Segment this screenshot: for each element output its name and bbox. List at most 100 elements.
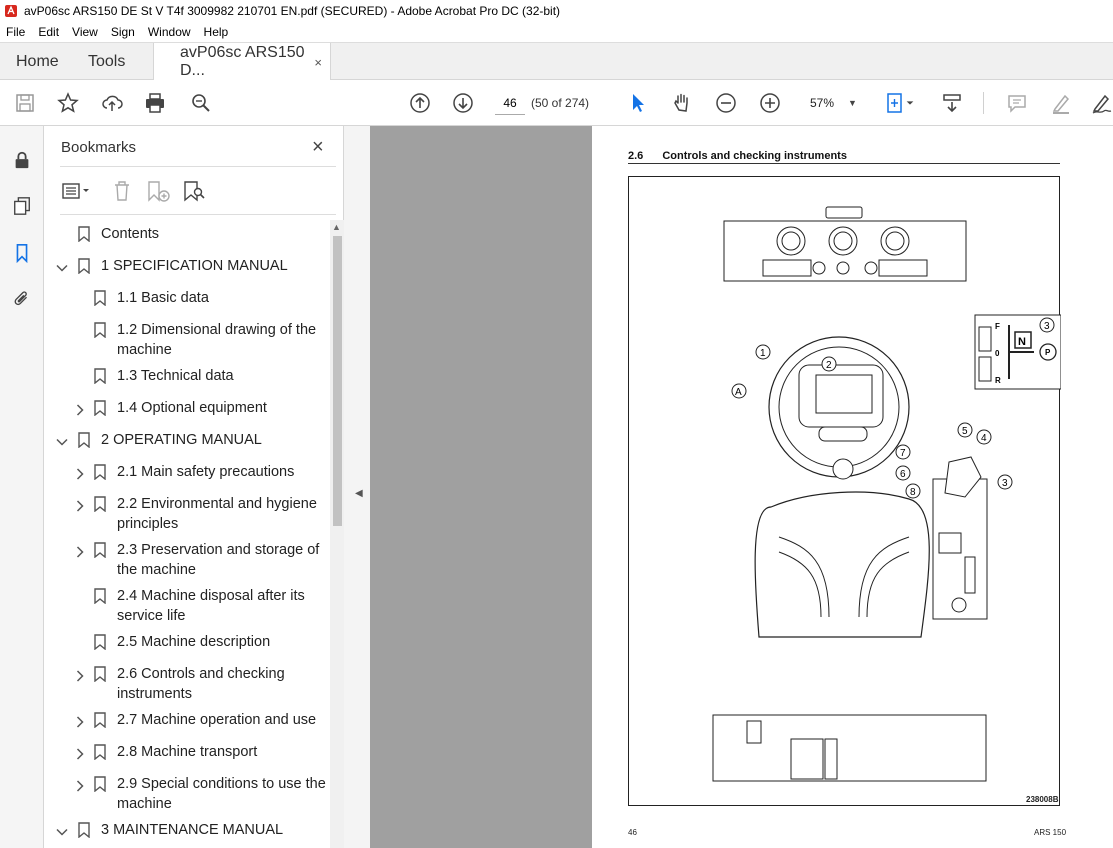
bookmark-label: 2.6 Controls and checking instruments [117,666,285,702]
print-icon[interactable] [143,91,167,115]
menu-edit[interactable]: Edit [38,25,59,39]
menu-file[interactable]: File [6,25,25,39]
bookmark-label: 2.9 Special conditions to use the machin… [117,776,326,812]
chevron-right-icon[interactable] [74,498,86,512]
chevron-right-icon[interactable] [74,778,86,792]
bookmark-item-contents[interactable]: Contents [44,224,330,246]
gear-label-f: F [995,322,1000,331]
bookmark-item-machine-operation[interactable]: 2.7 Machine operation and use [44,710,330,732]
chevron-right-icon[interactable] [74,746,86,760]
bookmark-icon [94,464,106,481]
bookmark-icon [78,258,90,275]
callout-4: 4 [981,433,987,444]
controls-diagram: F N 0 R P 1 2 A 3 4 5 7 6 8 3 [712,206,1061,782]
star-icon[interactable] [56,91,80,115]
bookmarks-scrollbar[interactable]: ▲ [330,220,344,848]
upload-cloud-icon[interactable] [100,91,124,115]
bookmark-item-maintenance-manual[interactable]: 3 MAINTENANCE MANUAL [44,820,330,842]
bookmark-icon [94,712,106,729]
collapse-panel-icon[interactable]: ◀ [355,488,363,499]
new-bookmark-icon[interactable] [146,178,170,204]
bookmark-icon [94,588,106,605]
menu-view[interactable]: View [72,25,98,39]
bookmark-icon [78,226,90,243]
callout-1: 1 [760,348,766,359]
chevron-right-icon[interactable] [74,714,86,728]
chevron-down-icon: ▼ [848,98,857,108]
callout-3-bottom: 3 [1002,478,1008,489]
previous-page-icon[interactable] [408,91,432,115]
fit-page-dropdown-icon[interactable] [903,91,917,115]
scroll-up-icon[interactable]: ▲ [332,222,341,232]
bookmark-item-special-conditions[interactable]: 2.9 Special conditions to use the machin… [44,774,330,816]
bookmark-icon [78,822,90,839]
left-navigation-rail [0,126,44,848]
chevron-down-icon[interactable] [56,260,68,272]
bookmark-icon [94,744,106,761]
bookmark-item-preservation-storage[interactable]: 2.3 Preservation and storage of the mach… [44,540,330,582]
page-number-input[interactable] [495,91,525,115]
bookmarks-toolbar [60,178,336,204]
bookmark-item-optional-equipment[interactable]: 1.4 Optional equipment [44,398,330,420]
save-icon[interactable] [13,91,37,115]
chevron-right-icon[interactable] [74,668,86,682]
tab-home[interactable]: Home [16,43,59,81]
bookmark-icon [94,368,106,385]
callout-a: A [735,387,742,398]
menu-help[interactable]: Help [204,25,229,39]
bookmark-item-safety-precautions[interactable]: 2.1 Main safety precautions [44,462,330,484]
bookmark-item-dimensional-drawing[interactable]: 1.2 Dimensional drawing of the machine [44,320,330,362]
bookmark-item-machine-disposal[interactable]: 2.4 Machine disposal after its service l… [44,586,330,628]
bookmark-panel-icon[interactable] [10,241,34,265]
bookmark-item-basic-data[interactable]: 1.1 Basic data [44,288,330,310]
scroll-mode-icon[interactable] [940,91,964,115]
gear-label-0: 0 [995,349,1000,358]
sign-icon[interactable] [1090,91,1113,115]
title-bar: avP06sc ARS150 DE St V T4f 3009982 21070… [0,0,1113,22]
comment-icon[interactable] [1005,91,1029,115]
chevron-down-icon[interactable] [56,824,68,836]
bookmark-item-specification-manual[interactable]: 1 SPECIFICATION MANUAL [44,256,330,278]
zoom-search-icon[interactable] [189,91,213,115]
chevron-right-icon[interactable] [74,402,86,416]
panel-divider [60,166,336,167]
close-panel-icon[interactable]: × [312,136,324,159]
menu-window[interactable]: Window [148,25,191,39]
page-footer-number: 46 [628,828,637,837]
bookmark-options-icon[interactable] [62,178,92,204]
find-bookmark-icon[interactable] [182,178,206,204]
bookmark-icon [78,432,90,449]
attachment-paperclip-icon[interactable] [10,287,34,311]
tab-document[interactable]: avP06sc ARS150 D... × [153,43,331,81]
chevron-right-icon[interactable] [74,544,86,558]
tab-close-icon[interactable]: × [314,55,322,70]
pages-thumbnail-icon[interactable] [10,194,34,218]
bookmark-item-controls-instruments[interactable]: 2.6 Controls and checking instruments [44,664,330,706]
bookmark-icon [94,400,106,417]
bookmark-item-machine-description[interactable]: 2.5 Machine description [44,632,330,654]
hand-tool-icon[interactable] [670,91,694,115]
bookmark-label: Contents [101,226,160,242]
bookmarks-title: Bookmarks [61,139,137,156]
menu-sign[interactable]: Sign [111,25,135,39]
bookmark-item-technical-data[interactable]: 1.3 Technical data [44,366,330,388]
chevron-right-icon[interactable] [74,466,86,480]
zoom-out-icon[interactable] [714,91,738,115]
zoom-level-dropdown[interactable]: 57% ▼ [800,91,862,115]
select-cursor-icon[interactable] [626,91,650,115]
zoom-in-icon[interactable] [758,91,782,115]
callout-3-top: 3 [1044,321,1050,332]
bookmark-item-operating-manual[interactable]: 2 OPERATING MANUAL [44,430,330,452]
scrollbar-thumb[interactable] [333,236,342,526]
bookmark-item-environmental-principles[interactable]: 2.2 Environmental and hygiene principles [44,494,330,536]
tab-tools[interactable]: Tools [88,43,125,81]
next-page-icon[interactable] [451,91,475,115]
bookmark-item-machine-transport[interactable]: 2.8 Machine transport [44,742,330,764]
delete-bookmark-icon[interactable] [112,178,132,204]
highlight-pen-icon[interactable] [1049,91,1073,115]
bookmark-icon [94,634,106,651]
panel-collapse-strip[interactable] [344,126,370,848]
chevron-down-icon[interactable] [56,434,68,446]
bookmark-icon [94,496,106,513]
lock-icon[interactable] [10,148,34,172]
